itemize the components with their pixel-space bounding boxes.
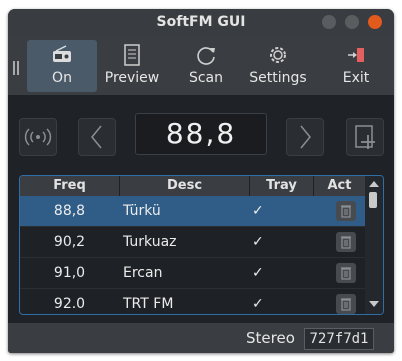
table-scrollbar[interactable] [365, 176, 383, 314]
exit-label: Exit [342, 70, 370, 86]
scrollbar-thumb[interactable] [369, 192, 377, 208]
preview-label: Preview [104, 70, 160, 86]
add-document-icon [355, 125, 375, 149]
settings-button[interactable]: Settings [243, 40, 313, 92]
column-header-act[interactable]: Act [314, 176, 365, 196]
stations-table: Freq Desc Tray Act 88,8 Türkü ✓ 90,2 Tur… [19, 175, 384, 315]
column-header-freq[interactable]: Freq [20, 176, 120, 196]
signal-icon [24, 128, 52, 146]
color-code-field: 727f7d1 [304, 328, 374, 350]
title-bar: SoftFM GUI [8, 9, 394, 35]
row-desc: TRT FM [123, 296, 174, 312]
radio-icon [27, 43, 97, 69]
row-actions [326, 196, 364, 226]
add-station-button[interactable] [346, 118, 384, 156]
maximize-button[interactable] [345, 15, 359, 29]
trash-icon [341, 298, 351, 311]
trash-icon [341, 236, 351, 249]
row-tray[interactable]: ✓ [252, 258, 314, 288]
delete-button[interactable] [336, 263, 356, 283]
row-desc: Ercan [123, 265, 163, 281]
minimize-button[interactable] [322, 15, 336, 29]
on-label: On [52, 70, 72, 86]
frequency-display: 88,8 [135, 113, 267, 155]
chevron-left-icon [91, 125, 102, 149]
exit-icon [321, 43, 391, 69]
settings-label: Settings [249, 70, 307, 86]
column-header-desc[interactable]: Desc [120, 176, 250, 196]
gear-icon [243, 43, 313, 69]
exit-button[interactable]: Exit [321, 40, 391, 92]
status-bar: Stereo 727f7d1 [8, 323, 394, 353]
trash-icon [341, 267, 351, 280]
tuner-panel: 88,8 Freq Desc Tray Act 88,8 Türkü ✓ 90,… [8, 95, 394, 323]
row-actions [326, 289, 364, 314]
trash-icon [341, 205, 351, 218]
row-freq: 91,0 [53, 265, 86, 281]
row-actions [326, 227, 364, 257]
row-tray[interactable]: ✓ [252, 227, 314, 257]
column-header-tray[interactable]: Tray [250, 176, 314, 196]
scroll-down-icon[interactable] [365, 298, 383, 310]
row-freq: 88,8 [53, 203, 86, 219]
row-freq: 90,2 [53, 234, 86, 250]
chevron-right-icon [300, 125, 311, 149]
toolbar-grip-handle[interactable] [13, 61, 19, 75]
refresh-icon [171, 43, 241, 69]
row-freq: 92.0 [53, 296, 86, 312]
scan-label: Scan [188, 70, 224, 86]
delete-button[interactable] [336, 232, 356, 252]
table-row[interactable]: 92.0 TRT FM ✓ [20, 289, 365, 314]
delete-button[interactable] [336, 294, 356, 314]
table-row[interactable]: 91,0 Ercan ✓ [20, 258, 365, 289]
previous-station-button[interactable] [78, 118, 116, 156]
row-tray[interactable]: ✓ [252, 196, 314, 226]
delete-button[interactable] [336, 201, 356, 221]
row-desc: Turkuaz [123, 234, 177, 250]
on-button[interactable]: On [27, 40, 97, 92]
close-button[interactable] [368, 15, 382, 29]
app-window: SoftFM GUI On Preview Scan Settings Exit… [8, 9, 394, 353]
window-title: SoftFM GUI [156, 14, 246, 30]
preview-button[interactable]: Preview [97, 40, 167, 92]
row-actions [326, 258, 364, 288]
row-tray[interactable]: ✓ [252, 289, 314, 314]
scroll-up-icon[interactable] [365, 178, 383, 190]
table-header: Freq Desc Tray Act [20, 176, 365, 196]
next-station-button[interactable] [286, 118, 324, 156]
signal-button[interactable] [19, 118, 57, 156]
scan-button[interactable]: Scan [171, 40, 241, 92]
table-row[interactable]: 90,2 Turkuaz ✓ [20, 227, 365, 258]
table-row[interactable]: 88,8 Türkü ✓ [20, 196, 365, 227]
toolbar: On Preview Scan Settings Exit [8, 35, 394, 95]
row-desc: Türkü [123, 203, 161, 219]
document-icon [97, 43, 167, 69]
stereo-indicator: Stereo [246, 329, 295, 347]
